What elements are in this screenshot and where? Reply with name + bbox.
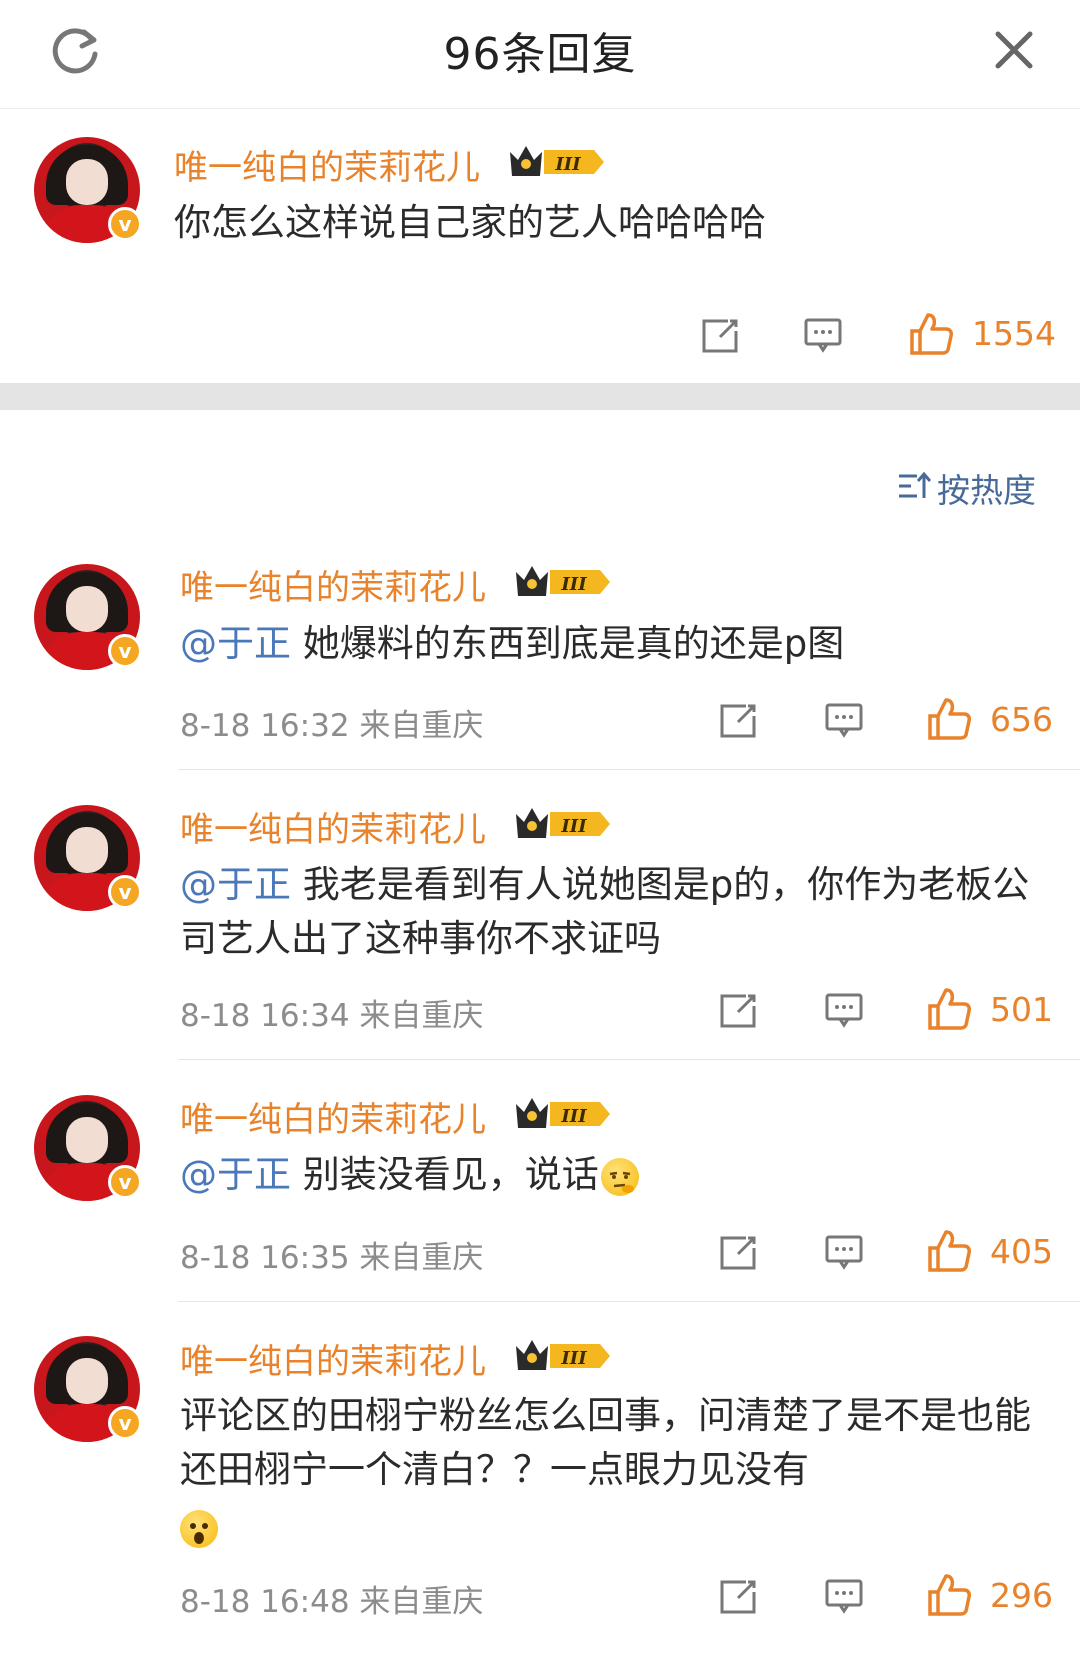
comment-text: @于正 她爆料的东西到底是真的还是p图 xyxy=(180,622,845,665)
like-icon[interactable] xyxy=(926,696,972,742)
timestamp: 8-18 16:34 xyxy=(180,998,350,1034)
avatar[interactable]: v xyxy=(34,564,142,670)
like-icon[interactable] xyxy=(926,1572,972,1618)
comment-icon[interactable] xyxy=(824,990,864,1030)
reply-divider xyxy=(178,1059,1080,1060)
page-title: 96条回复 xyxy=(443,29,637,80)
repost-icon[interactable] xyxy=(718,1232,758,1272)
comment-text: 你怎么这样说自己家的艺人哈哈哈哈 xyxy=(174,201,766,244)
avatar[interactable]: v xyxy=(34,1095,142,1201)
close-icon[interactable] xyxy=(990,26,1038,74)
like-count: 296 xyxy=(990,1576,1053,1615)
member-crown-badge-icon: III xyxy=(516,1340,610,1370)
timestamp: 8-18 16:32 xyxy=(180,708,350,744)
like-icon[interactable] xyxy=(926,986,972,1032)
location: 来自重庆 xyxy=(359,1240,484,1276)
svg-text:III: III xyxy=(560,1348,587,1369)
like-count: 501 xyxy=(990,990,1053,1029)
comment-icon[interactable] xyxy=(824,700,864,740)
member-crown-badge-icon: III xyxy=(516,1098,610,1128)
reply-divider xyxy=(178,1301,1080,1302)
like-count: 405 xyxy=(990,1232,1053,1271)
repost-icon[interactable] xyxy=(718,700,758,740)
member-crown-badge-icon: III xyxy=(510,146,604,176)
svg-text:III: III xyxy=(560,816,587,837)
like-count: 1554 xyxy=(972,314,1056,353)
like-count: 656 xyxy=(990,700,1053,739)
header-bar: 96条回复 xyxy=(0,0,1080,109)
surprised-face-emoji xyxy=(180,1509,218,1548)
like-icon[interactable] xyxy=(926,1228,972,1274)
svg-text:III: III xyxy=(560,1106,587,1127)
avatar[interactable]: v xyxy=(34,1336,142,1442)
location: 来自重庆 xyxy=(359,998,484,1034)
username[interactable]: 唯一纯白的茉莉花儿 xyxy=(180,560,486,609)
verified-badge-icon: v xyxy=(108,207,142,241)
member-crown-badge-icon: III xyxy=(516,566,610,596)
comment-text: @于正 别装没看见，说话 xyxy=(180,1148,1040,1202)
comment-meta: 8-18 16:35 来自重庆 xyxy=(180,1232,483,1277)
comment-meta: 8-18 16:34 来自重庆 xyxy=(180,990,483,1035)
username[interactable]: 唯一纯白的茉莉花儿 xyxy=(180,1334,486,1383)
location: 来自重庆 xyxy=(359,1584,484,1620)
repost-icon[interactable] xyxy=(718,1576,758,1616)
comment-icon[interactable] xyxy=(824,1232,864,1272)
member-crown-badge-icon: III xyxy=(516,808,610,838)
comment-meta: 8-18 16:48 来自重庆 xyxy=(180,1576,483,1621)
username[interactable]: 唯一纯白的茉莉花儿 xyxy=(180,802,486,851)
comment-icon[interactable] xyxy=(803,315,843,355)
repost-icon[interactable] xyxy=(700,315,740,355)
username[interactable]: 唯一纯白的茉莉花儿 xyxy=(174,140,480,189)
thinking-face-emoji xyxy=(600,1157,639,1196)
reply-divider xyxy=(178,769,1080,770)
comment-icon[interactable] xyxy=(824,1576,864,1616)
comment-text: @于正 我老是看到有人说她图是p的，你作为老板公司艺人出了这种事你不求证吗 xyxy=(180,863,1030,960)
username[interactable]: 唯一纯白的茉莉花儿 xyxy=(180,1092,486,1141)
location: 来自重庆 xyxy=(359,708,484,744)
like-icon[interactable] xyxy=(908,311,954,357)
verified-badge-icon: v xyxy=(108,1165,142,1199)
timestamp: 8-18 16:35 xyxy=(180,1240,350,1276)
verified-badge-icon: v xyxy=(108,875,142,909)
verified-badge-icon: v xyxy=(108,1406,142,1440)
mention-link[interactable]: @于正 xyxy=(180,1153,291,1196)
mention-link[interactable]: @于正 xyxy=(180,863,291,906)
timestamp: 8-18 16:48 xyxy=(180,1584,350,1620)
repost-icon[interactable] xyxy=(718,990,758,1030)
avatar[interactable]: v xyxy=(34,137,142,243)
svg-text:III: III xyxy=(560,574,587,595)
comment-text: 评论区的田栩宁粉丝怎么回事，问清楚了是不是也能还田栩宁一个清白？？一点眼力见没有 xyxy=(180,1389,1040,1551)
sort-icon xyxy=(899,471,931,498)
avatar[interactable]: v xyxy=(34,805,142,911)
comment-meta: 8-18 16:32 来自重庆 xyxy=(180,700,483,745)
svg-text:III: III xyxy=(554,154,581,175)
section-divider xyxy=(0,383,1080,410)
mention-link[interactable]: @于正 xyxy=(180,622,291,665)
verified-badge-icon: v xyxy=(108,634,142,668)
